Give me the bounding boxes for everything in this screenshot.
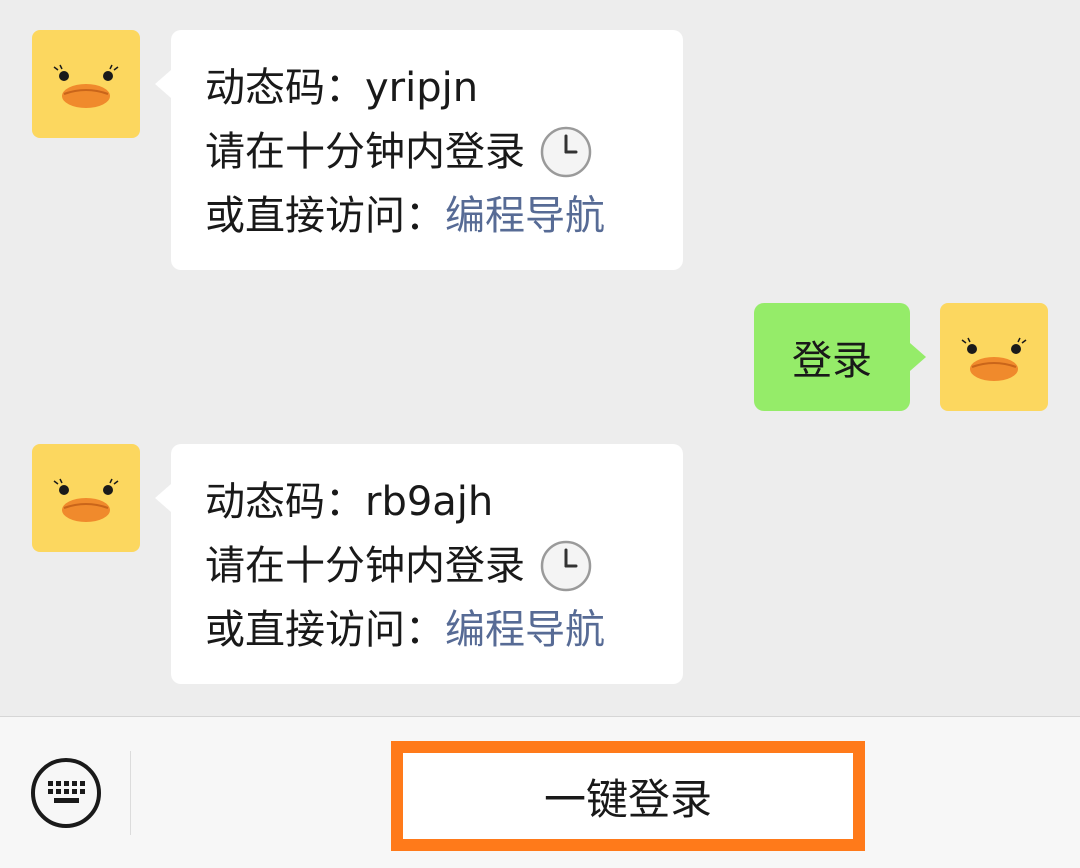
clock-icon xyxy=(539,125,593,179)
visit-label: 或直接访问： xyxy=(205,193,445,239)
expiry-line: 请在十分钟内登录 xyxy=(205,120,649,184)
visit-line: 或直接访问： 编程导航 xyxy=(205,598,649,662)
code-line: 动态码： yripjn xyxy=(205,56,649,120)
clock-icon xyxy=(539,539,593,593)
expiry-text: 请在十分钟内登录 xyxy=(205,129,525,175)
divider xyxy=(130,751,131,835)
expiry-line: 请在十分钟内登录 xyxy=(205,534,649,598)
code-label: 动态码： xyxy=(205,65,365,111)
expiry-text: 请在十分钟内登录 xyxy=(205,543,525,589)
code-line: 动态码： rb9ajh xyxy=(205,470,649,534)
nav-link[interactable]: 编程导航 xyxy=(445,184,605,248)
message-bubble-incoming: 动态码： rb9ajh 请在十分钟内登录 或直接访问： 编程导航 xyxy=(155,444,683,684)
quick-login-button[interactable]: 一键登录 xyxy=(391,741,865,851)
duck-avatar-icon[interactable] xyxy=(940,303,1048,411)
message-bubble-incoming: 动态码： yripjn 请在十分钟内登录 或直接访问： 编程导航 xyxy=(155,30,683,270)
visit-line: 或直接访问： 编程导航 xyxy=(205,184,649,248)
duck-avatar-icon[interactable] xyxy=(32,444,140,552)
duck-avatar-icon[interactable] xyxy=(32,30,140,138)
message-bubble-outgoing: 登录 xyxy=(754,303,926,411)
chat-area: 动态码： yripjn 请在十分钟内登录 或直接访问： 编程导航 登录 动态码：… xyxy=(0,0,1080,716)
code-label: 动态码： xyxy=(205,479,365,525)
nav-link[interactable]: 编程导航 xyxy=(445,598,605,662)
bottom-input-bar: 一键登录 xyxy=(0,716,1080,868)
visit-label: 或直接访问： xyxy=(205,607,445,653)
code-value: yripjn xyxy=(365,65,479,111)
outgoing-text: 登录 xyxy=(792,338,872,384)
code-value: rb9ajh xyxy=(365,479,494,525)
keyboard-icon[interactable] xyxy=(30,757,102,829)
